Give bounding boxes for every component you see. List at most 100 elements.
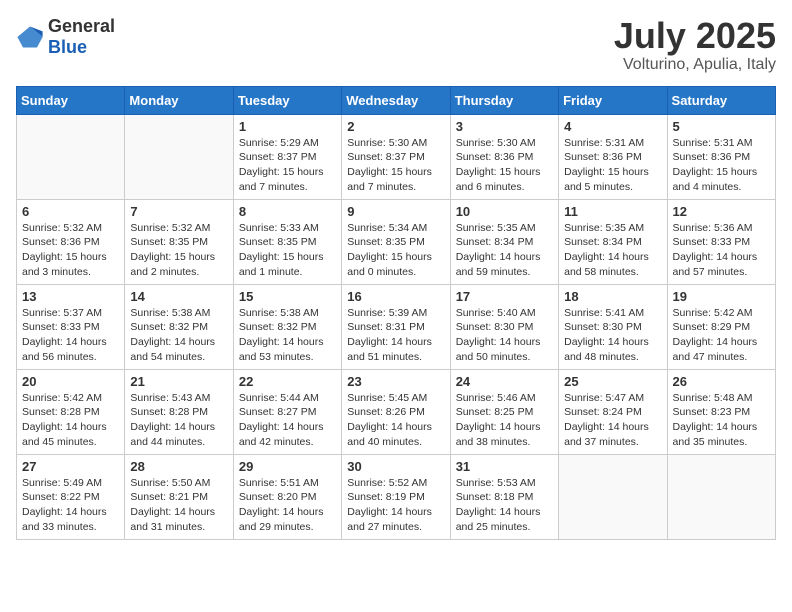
day-number: 29 bbox=[239, 459, 336, 474]
day-content: Sunrise: 5:40 AM Sunset: 8:30 PM Dayligh… bbox=[456, 306, 553, 365]
day-content: Sunrise: 5:38 AM Sunset: 8:32 PM Dayligh… bbox=[130, 306, 227, 365]
calendar-cell: 18 Sunrise: 5:41 AM Sunset: 8:30 PM Dayli… bbox=[559, 284, 667, 369]
calendar-cell: 14Sunrise: 5:38 AM Sunset: 8:32 PM Dayli… bbox=[125, 284, 233, 369]
title-block: July 2025 Volturino, Apulia, Italy bbox=[614, 16, 776, 74]
calendar-cell: 15Sunrise: 5:38 AM Sunset: 8:32 PM Dayli… bbox=[233, 284, 341, 369]
day-number: 24 bbox=[456, 374, 553, 389]
calendar-cell: 31 Sunrise: 5:53 AM Sunset: 8:18 PM Dayli… bbox=[450, 454, 558, 539]
day-content: Sunrise: 5:45 AM Sunset: 8:26 PM Dayligh… bbox=[347, 391, 444, 450]
weekday-header-friday: Friday bbox=[559, 86, 667, 114]
weekday-header-monday: Monday bbox=[125, 86, 233, 114]
calendar-cell: 22 Sunrise: 5:44 AM Sunset: 8:27 PM Dayli… bbox=[233, 369, 341, 454]
day-content: Sunrise: 5:42 AM Sunset: 8:28 PM Dayligh… bbox=[22, 391, 119, 450]
day-number: 22 bbox=[239, 374, 336, 389]
day-number: 11 bbox=[564, 204, 661, 219]
logo: General Blue bbox=[16, 16, 115, 58]
day-number: 4 bbox=[564, 119, 661, 134]
calendar-cell: 25 Sunrise: 5:47 AM Sunset: 8:24 PM Dayli… bbox=[559, 369, 667, 454]
calendar-cell: 23 Sunrise: 5:45 AM Sunset: 8:26 PM Dayli… bbox=[342, 369, 450, 454]
day-number: 6 bbox=[22, 204, 119, 219]
day-content: Sunrise: 5:50 AM Sunset: 8:21 PM Dayligh… bbox=[130, 476, 227, 535]
day-number: 17 bbox=[456, 289, 553, 304]
day-content: Sunrise: 5:30 AM Sunset: 8:37 PM Dayligh… bbox=[347, 136, 444, 195]
day-content: Sunrise: 5:49 AM Sunset: 8:22 PM Dayligh… bbox=[22, 476, 119, 535]
week-row-1: 1Sunrise: 5:29 AM Sunset: 8:37 PM Daylig… bbox=[17, 114, 776, 199]
day-number: 16 bbox=[347, 289, 444, 304]
day-content: Sunrise: 5:48 AM Sunset: 8:23 PM Dayligh… bbox=[673, 391, 770, 450]
day-content: Sunrise: 5:47 AM Sunset: 8:24 PM Dayligh… bbox=[564, 391, 661, 450]
day-number: 27 bbox=[22, 459, 119, 474]
day-number: 31 bbox=[456, 459, 553, 474]
day-number: 25 bbox=[564, 374, 661, 389]
calendar-cell: 26 Sunrise: 5:48 AM Sunset: 8:23 PM Dayli… bbox=[667, 369, 775, 454]
day-content: Sunrise: 5:41 AM Sunset: 8:30 PM Dayligh… bbox=[564, 306, 661, 365]
calendar-cell: 21Sunrise: 5:43 AM Sunset: 8:28 PM Dayli… bbox=[125, 369, 233, 454]
weekday-header-sunday: Sunday bbox=[17, 86, 125, 114]
logo-general: General bbox=[48, 16, 115, 36]
calendar-cell: 19Sunrise: 5:42 AM Sunset: 8:29 PM Dayli… bbox=[667, 284, 775, 369]
day-number: 30 bbox=[347, 459, 444, 474]
calendar-cell: 29 Sunrise: 5:51 AM Sunset: 8:20 PM Dayli… bbox=[233, 454, 341, 539]
calendar-cell: 1Sunrise: 5:29 AM Sunset: 8:37 PM Daylig… bbox=[233, 114, 341, 199]
page-header: General Blue July 2025 Volturino, Apulia… bbox=[16, 16, 776, 74]
day-content: Sunrise: 5:35 AM Sunset: 8:34 PM Dayligh… bbox=[564, 221, 661, 280]
day-content: Sunrise: 5:42 AM Sunset: 8:29 PM Dayligh… bbox=[673, 306, 770, 365]
calendar-cell: 10 Sunrise: 5:35 AM Sunset: 8:34 PM Dayli… bbox=[450, 199, 558, 284]
calendar-cell: 27 Sunrise: 5:49 AM Sunset: 8:22 PM Dayli… bbox=[17, 454, 125, 539]
day-number: 10 bbox=[456, 204, 553, 219]
logo-text: General Blue bbox=[48, 16, 115, 58]
day-content: Sunrise: 5:32 AM Sunset: 8:36 PM Dayligh… bbox=[22, 221, 119, 280]
day-content: Sunrise: 5:30 AM Sunset: 8:36 PM Dayligh… bbox=[456, 136, 553, 195]
day-content: Sunrise: 5:35 AM Sunset: 8:34 PM Dayligh… bbox=[456, 221, 553, 280]
day-content: Sunrise: 5:32 AM Sunset: 8:35 PM Dayligh… bbox=[130, 221, 227, 280]
day-number: 28 bbox=[130, 459, 227, 474]
logo-icon bbox=[16, 23, 44, 51]
day-number: 20 bbox=[22, 374, 119, 389]
day-content: Sunrise: 5:33 AM Sunset: 8:35 PM Dayligh… bbox=[239, 221, 336, 280]
location-title: Volturino, Apulia, Italy bbox=[614, 56, 776, 74]
day-number: 23 bbox=[347, 374, 444, 389]
calendar-cell: 2 Sunrise: 5:30 AM Sunset: 8:37 PM Daylig… bbox=[342, 114, 450, 199]
day-number: 3 bbox=[456, 119, 553, 134]
day-number: 13 bbox=[22, 289, 119, 304]
day-content: Sunrise: 5:29 AM Sunset: 8:37 PM Dayligh… bbox=[239, 136, 336, 195]
day-content: Sunrise: 5:53 AM Sunset: 8:18 PM Dayligh… bbox=[456, 476, 553, 535]
day-number: 8 bbox=[239, 204, 336, 219]
weekday-header-tuesday: Tuesday bbox=[233, 86, 341, 114]
calendar-cell: 24 Sunrise: 5:46 AM Sunset: 8:25 PM Dayli… bbox=[450, 369, 558, 454]
day-content: Sunrise: 5:36 AM Sunset: 8:33 PM Dayligh… bbox=[673, 221, 770, 280]
day-content: Sunrise: 5:31 AM Sunset: 8:36 PM Dayligh… bbox=[673, 136, 770, 195]
calendar-cell: 6 Sunrise: 5:32 AM Sunset: 8:36 PM Daylig… bbox=[17, 199, 125, 284]
calendar-cell: 3 Sunrise: 5:30 AM Sunset: 8:36 PM Daylig… bbox=[450, 114, 558, 199]
day-content: Sunrise: 5:43 AM Sunset: 8:28 PM Dayligh… bbox=[130, 391, 227, 450]
day-number: 18 bbox=[564, 289, 661, 304]
day-number: 12 bbox=[673, 204, 770, 219]
day-content: Sunrise: 5:52 AM Sunset: 8:19 PM Dayligh… bbox=[347, 476, 444, 535]
weekday-header-thursday: Thursday bbox=[450, 86, 558, 114]
calendar-cell: 28 Sunrise: 5:50 AM Sunset: 8:21 PM Dayli… bbox=[125, 454, 233, 539]
week-row-3: 13Sunrise: 5:37 AM Sunset: 8:33 PM Dayli… bbox=[17, 284, 776, 369]
day-number: 2 bbox=[347, 119, 444, 134]
day-number: 5 bbox=[673, 119, 770, 134]
day-content: Sunrise: 5:44 AM Sunset: 8:27 PM Dayligh… bbox=[239, 391, 336, 450]
calendar-cell: 20 Sunrise: 5:42 AM Sunset: 8:28 PM Dayli… bbox=[17, 369, 125, 454]
day-content: Sunrise: 5:39 AM Sunset: 8:31 PM Dayligh… bbox=[347, 306, 444, 365]
day-content: Sunrise: 5:51 AM Sunset: 8:20 PM Dayligh… bbox=[239, 476, 336, 535]
month-title: July 2025 bbox=[614, 16, 776, 56]
calendar-cell: 11 Sunrise: 5:35 AM Sunset: 8:34 PM Dayli… bbox=[559, 199, 667, 284]
day-number: 26 bbox=[673, 374, 770, 389]
day-number: 9 bbox=[347, 204, 444, 219]
calendar-cell: 30 Sunrise: 5:52 AM Sunset: 8:19 PM Dayli… bbox=[342, 454, 450, 539]
day-content: Sunrise: 5:31 AM Sunset: 8:36 PM Dayligh… bbox=[564, 136, 661, 195]
day-content: Sunrise: 5:46 AM Sunset: 8:25 PM Dayligh… bbox=[456, 391, 553, 450]
calendar-cell: 12 Sunrise: 5:36 AM Sunset: 8:33 PM Dayli… bbox=[667, 199, 775, 284]
week-row-5: 27 Sunrise: 5:49 AM Sunset: 8:22 PM Dayli… bbox=[17, 454, 776, 539]
calendar-cell: 13Sunrise: 5:37 AM Sunset: 8:33 PM Dayli… bbox=[17, 284, 125, 369]
week-row-2: 6 Sunrise: 5:32 AM Sunset: 8:36 PM Daylig… bbox=[17, 199, 776, 284]
calendar-cell: 7Sunrise: 5:32 AM Sunset: 8:35 PM Daylig… bbox=[125, 199, 233, 284]
calendar-cell bbox=[125, 114, 233, 199]
weekday-header-saturday: Saturday bbox=[667, 86, 775, 114]
calendar-cell: 9Sunrise: 5:34 AM Sunset: 8:35 PM Daylig… bbox=[342, 199, 450, 284]
calendar-cell: 17 Sunrise: 5:40 AM Sunset: 8:30 PM Dayli… bbox=[450, 284, 558, 369]
day-number: 15 bbox=[239, 289, 336, 304]
